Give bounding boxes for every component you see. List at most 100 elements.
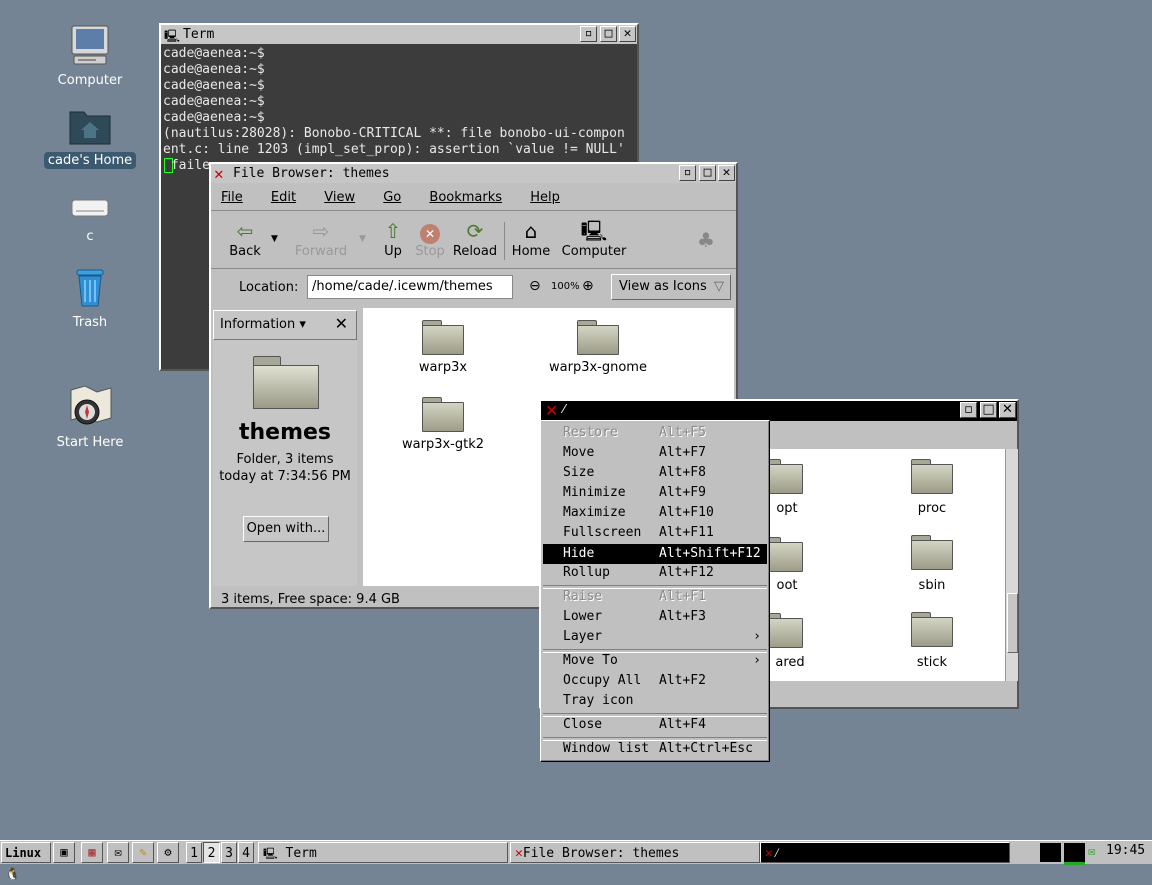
- file-browser-titlebar[interactable]: ✕ File Browser: themes ▫ □ ✕: [211, 164, 736, 183]
- menu-item-occupy-all[interactable]: Occupy All Alt+F2: [543, 671, 767, 691]
- workspace-1[interactable]: 1: [186, 842, 202, 863]
- menu-item-layer[interactable]: Layer ›: [543, 627, 767, 647]
- menu-item-fullscreen[interactable]: Fullscreen Alt+F11: [543, 523, 767, 543]
- menu-item-size[interactable]: Size Alt+F8: [543, 463, 767, 483]
- task-term[interactable]: 🖳 Term: [258, 842, 508, 863]
- workspace-3[interactable]: 3: [221, 842, 237, 863]
- minimize-button[interactable]: ▫: [679, 165, 696, 181]
- menu-item-rollup[interactable]: Rollup Alt+F12: [543, 563, 767, 583]
- menu-item-raise[interactable]: Raise Alt+F1: [543, 587, 767, 607]
- forward-arrow-icon: ⇨: [312, 219, 330, 243]
- mail-icon[interactable]: ✉: [107, 842, 129, 863]
- file-name[interactable]: opt: [767, 501, 807, 516]
- taskbar: Linux🐧 ▣ ▦ ✉ ✎ ⚙ 1 2 3 4 🖳 Term ✕File Br…: [0, 840, 1152, 881]
- app-grid-icon[interactable]: ▦: [81, 842, 103, 863]
- folder-icon[interactable]: [911, 612, 953, 647]
- menu-item-move-to[interactable]: Move To ›: [543, 651, 767, 671]
- zoom-in-icon[interactable]: ⊕: [582, 278, 594, 294]
- desktop-icon-home[interactable]: cade's Home: [42, 104, 138, 169]
- folder-icon[interactable]: [422, 320, 464, 355]
- menu-edit[interactable]: Edit: [271, 190, 308, 205]
- vertical-scrollbar[interactable]: [1005, 449, 1018, 681]
- file-name[interactable]: oot: [767, 578, 807, 593]
- folder-icon[interactable]: [911, 459, 953, 494]
- zoom-level[interactable]: 100%: [551, 281, 580, 292]
- active-titlebar[interactable]: ✕ ⁄ ▫ □ ✕: [541, 401, 1017, 421]
- file-name[interactable]: warp3x: [393, 360, 493, 375]
- menu-item-minimize[interactable]: Minimize Alt+F9: [543, 483, 767, 503]
- menu-item-hide[interactable]: Hide Alt+Shift+F12: [543, 544, 767, 564]
- scrollbar-thumb[interactable]: [1007, 593, 1018, 653]
- task-file-browser[interactable]: ✕File Browser: themes: [510, 842, 760, 863]
- gnome-foot-icon: ♣: [697, 228, 715, 252]
- cpu-monitor: [1040, 843, 1061, 862]
- desktop-icon-start-here[interactable]: Start Here: [42, 382, 138, 451]
- file-name[interactable]: stick: [897, 655, 967, 670]
- close-button[interactable]: ✕: [999, 402, 1016, 418]
- terminal-line: cade@aenea:~$: [163, 46, 265, 61]
- desktop-icon-computer[interactable]: Computer: [42, 24, 138, 89]
- menu-item-tray-icon[interactable]: Tray icon: [543, 691, 767, 711]
- file-name[interactable]: sbin: [897, 578, 967, 593]
- start-button[interactable]: Linux🐧: [1, 842, 51, 881]
- minimize-button[interactable]: ▫: [960, 402, 977, 418]
- back-history-dropdown-icon[interactable]: ▼: [271, 234, 278, 244]
- menu-item-lower[interactable]: Lower Alt+F3: [543, 607, 767, 627]
- menu-file[interactable]: File: [221, 190, 255, 205]
- editor-icon[interactable]: ✎: [132, 842, 154, 863]
- file-name[interactable]: warp3x-gtk2: [393, 437, 493, 452]
- menu-help[interactable]: Help: [530, 190, 572, 205]
- maximize-button[interactable]: □: [699, 165, 716, 181]
- menu-item-move[interactable]: Move Alt+F7: [543, 443, 767, 463]
- app-x-icon: ✕: [214, 164, 224, 183]
- file-name[interactable]: proc: [897, 501, 967, 516]
- window-list-icon[interactable]: ▣: [53, 842, 75, 863]
- clock[interactable]: 19:45: [1106, 843, 1145, 858]
- open-with-button[interactable]: Open with...: [243, 516, 329, 542]
- up-button[interactable]: ⇧ Up: [379, 218, 407, 259]
- menu-bookmarks[interactable]: Bookmarks: [429, 190, 514, 205]
- forward-button[interactable]: ⇨ Forward: [291, 218, 351, 259]
- workspace-4[interactable]: 4: [238, 842, 254, 863]
- maximize-button[interactable]: □: [600, 26, 617, 42]
- desktop-icon-trash[interactable]: Trash: [42, 266, 138, 331]
- close-button[interactable]: ✕: [718, 165, 735, 181]
- computer-button[interactable]: 🖳 Computer: [559, 218, 629, 259]
- stop-button[interactable]: ✕ Stop: [413, 218, 447, 259]
- home-button[interactable]: ⌂ Home: [510, 218, 552, 259]
- folder-date: today at 7:34:56 PM: [219, 469, 351, 484]
- forward-history-dropdown-icon[interactable]: ▼: [359, 234, 366, 244]
- icon-view[interactable]: opt proc oot sbin ared stick: [761, 449, 1005, 681]
- folder-icon[interactable]: [422, 397, 464, 432]
- reload-icon: ⟳: [466, 219, 484, 243]
- menu-item-maximize[interactable]: Maximize Alt+F10: [543, 503, 767, 523]
- file-browser-title: File Browser: themes: [233, 166, 390, 181]
- zoom-out-icon[interactable]: ⊖: [529, 278, 541, 294]
- maximize-button[interactable]: □: [980, 402, 997, 418]
- reload-button[interactable]: ⟳ Reload: [451, 218, 499, 259]
- menu-view[interactable]: View: [324, 190, 367, 205]
- workspace-2[interactable]: 2: [203, 842, 220, 863]
- desktop-icon-drive-c[interactable]: c: [42, 194, 138, 245]
- close-button[interactable]: ✕: [619, 26, 636, 42]
- menu-item-restore[interactable]: Restore Alt+F5: [543, 423, 767, 443]
- sidebar-selector[interactable]: Information ▾: [220, 317, 306, 332]
- view-as-selector[interactable]: View as Icons ▽: [611, 274, 731, 300]
- minimize-button[interactable]: ▫: [580, 26, 597, 42]
- mail-status-icon[interactable]: ✉: [1088, 844, 1095, 858]
- file-name[interactable]: ared: [765, 655, 815, 670]
- file-name[interactable]: warp3x-gnome: [543, 360, 653, 375]
- back-button[interactable]: ⇦ Back: [225, 218, 265, 259]
- trash-icon: [76, 269, 104, 307]
- location-input[interactable]: /home/cade/.icewm/themes: [307, 275, 513, 299]
- folder-icon[interactable]: [577, 320, 619, 355]
- menu-item-window-list[interactable]: Window list Alt+Ctrl+Esc: [543, 739, 767, 759]
- tools-icon[interactable]: ⚙: [157, 842, 179, 863]
- sidebar-close-icon[interactable]: ✕: [335, 314, 348, 333]
- menu-item-close[interactable]: Close Alt+F4: [543, 715, 767, 735]
- terminal-titlebar[interactable]: 🖳 Term ▫ □ ✕: [161, 25, 637, 44]
- location-bar: Location: /home/cade/.icewm/themes ⊖ 100…: [211, 270, 736, 304]
- folder-icon[interactable]: [911, 535, 953, 570]
- menu-go[interactable]: Go: [383, 190, 413, 205]
- task-active-window[interactable]: ✕⁄: [760, 842, 1010, 863]
